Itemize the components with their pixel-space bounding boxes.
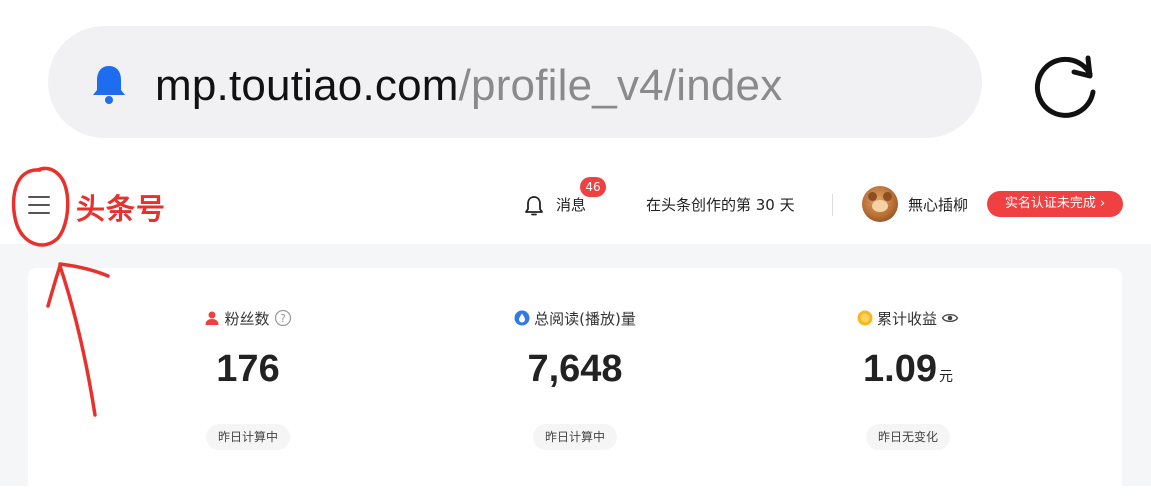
person-icon [205, 311, 219, 325]
messages-count-badge: 46 [580, 177, 606, 197]
url-path: /profile_v4/index [458, 61, 783, 110]
site-logo[interactable]: 头条号 [76, 186, 166, 228]
header-divider [832, 194, 833, 216]
url-text[interactable]: mp.toutiao.com/profile_v4/index [155, 58, 782, 114]
stat-reads-value: 7,648 [527, 348, 623, 390]
svg-text:?: ? [280, 312, 286, 325]
username[interactable]: 無心插柳 [908, 194, 968, 215]
stat-earnings-unit: 元 [938, 368, 953, 384]
stat-earnings-amount: 1.09 [863, 348, 937, 390]
stat-reads-label: 总阅读(播放)量 [534, 310, 636, 328]
stat-earnings-value: 1.09 元 [758, 348, 1058, 391]
reload-icon[interactable] [1030, 48, 1104, 122]
stat-earnings-label: 累计收益 [876, 310, 937, 328]
drop-icon [514, 310, 530, 326]
url-domain: mp.toutiao.com [155, 61, 459, 110]
stat-earnings-label-row: 累计收益 [758, 308, 1058, 329]
bell-icon[interactable] [87, 62, 131, 106]
help-icon[interactable]: ? [274, 309, 292, 327]
stat-followers-label: 粉丝数 [224, 310, 270, 328]
coin-icon [857, 310, 873, 326]
stat-followers-note: 昨日计算中 [205, 424, 291, 450]
messages-link[interactable]: 消息 [556, 194, 586, 215]
stats-card: 粉丝数 ? 176 昨日计算中 总阅读(播放)量 7,648 昨日计算中 累计收… [28, 268, 1122, 498]
message-bell-icon[interactable] [522, 194, 546, 218]
avatar[interactable] [862, 186, 898, 222]
stat-reads-label-row: 总阅读(播放)量 [425, 308, 725, 329]
stat-reads[interactable]: 总阅读(播放)量 7,648 昨日计算中 [425, 268, 725, 498]
eye-icon[interactable] [941, 309, 959, 327]
stat-reads-note: 昨日计算中 [532, 424, 618, 450]
stat-earnings[interactable]: 累计收益 1.09 元 昨日无变化 [758, 268, 1058, 498]
hamburger-menu-icon[interactable] [28, 196, 50, 216]
stat-followers-value: 176 [216, 348, 280, 390]
stat-earnings-note: 昨日无变化 [865, 424, 951, 450]
stat-followers-label-row: 粉丝数 ? [98, 308, 398, 329]
creation-days-text: 在头条创作的第 30 天 [646, 196, 795, 214]
stat-followers[interactable]: 粉丝数 ? 176 昨日计算中 [98, 268, 398, 498]
verify-identity-button[interactable]: 实名认证未完成 › [987, 191, 1123, 217]
